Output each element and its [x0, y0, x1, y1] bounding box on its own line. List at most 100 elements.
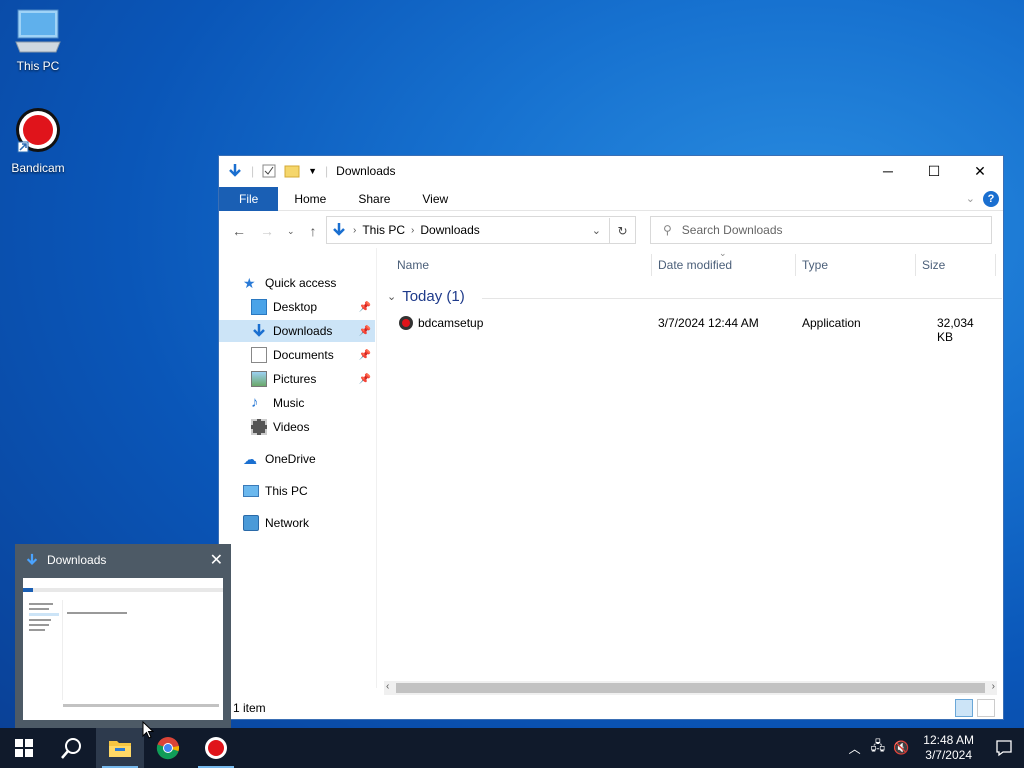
file-list: Name ⌄ Date modified Type Size ⌄ Today (…	[379, 248, 1003, 679]
search-button[interactable]	[48, 728, 96, 768]
horizontal-scrollbar[interactable]: ‹ ›	[384, 681, 997, 695]
breadcrumb-separator: ›	[411, 224, 415, 236]
maximize-button[interactable]: ☐	[911, 156, 957, 186]
address-bar[interactable]: › This PC › Downloads ⌄	[326, 216, 636, 244]
address-dropdown-icon[interactable]: ⌄	[592, 224, 601, 237]
network-icon[interactable]: 🖧	[871, 737, 886, 759]
up-button[interactable]: ↑	[301, 223, 325, 239]
group-header-today[interactable]: ⌄ Today (1)	[387, 288, 1002, 305]
tab-share[interactable]: Share	[342, 187, 406, 211]
breadcrumb-separator: ›	[353, 224, 357, 236]
notifications-button[interactable]	[984, 728, 1024, 768]
new-folder-icon[interactable]	[284, 164, 300, 178]
status-bar: 1 item	[219, 697, 1003, 719]
nav-this-pc[interactable]: This PC	[243, 480, 308, 502]
clock[interactable]: 12:48 AM 3/7/2024	[923, 733, 974, 763]
file-type: Application	[802, 316, 861, 330]
system-tray: ︿ 🖧 🔇 12:48 AM 3/7/2024	[849, 728, 1024, 768]
bandicam-setup-icon	[399, 316, 413, 330]
column-divider[interactable]	[651, 254, 652, 276]
documents-icon	[251, 347, 267, 363]
download-arrow-icon	[26, 553, 38, 566]
column-header-type[interactable]: Type	[802, 258, 828, 272]
download-arrow-icon	[333, 223, 345, 236]
windows-logo-icon	[15, 739, 33, 757]
nav-label: Pictures	[273, 372, 317, 386]
desktop-icon-bandicam[interactable]: Bandicam	[8, 106, 68, 175]
column-divider[interactable]	[795, 254, 796, 276]
large-icons-view-icon[interactable]	[977, 699, 995, 717]
download-arrow-icon	[229, 164, 241, 177]
volume-muted-icon[interactable]: 🔇	[893, 740, 909, 756]
title-bar: | ▼ | Downloads ─ ☐ ✕	[219, 156, 1003, 186]
show-hidden-icons-icon[interactable]: ︿	[849, 740, 861, 757]
back-button[interactable]: ←	[227, 223, 251, 239]
taskbar-bandicam[interactable]	[192, 728, 240, 768]
group-label: Today (1)	[402, 288, 465, 305]
help-icon[interactable]: ?	[983, 190, 999, 207]
taskbar-thumbnail-preview[interactable]: Downloads ✕	[15, 544, 231, 728]
nav-label: Downloads	[273, 324, 333, 338]
chrome-icon	[156, 737, 180, 760]
column-divider[interactable]	[995, 254, 996, 276]
nav-label: This PC	[265, 484, 308, 498]
computer-icon	[243, 485, 259, 497]
desktop-icon-label: This PC	[16, 59, 60, 73]
properties-icon[interactable]	[262, 164, 276, 178]
details-view-icon[interactable]	[955, 699, 973, 717]
nav-pictures[interactable]: Pictures 📌	[219, 368, 375, 390]
scrollbar-thumb[interactable]	[396, 683, 985, 693]
taskbar-file-explorer[interactable]	[96, 728, 144, 768]
download-arrow-icon	[253, 324, 265, 337]
tab-file[interactable]: File	[219, 186, 279, 211]
table-row[interactable]: bdcamsetup 3/7/2024 12:44 AM Application…	[379, 312, 989, 344]
clock-time: 12:48 AM	[923, 733, 974, 747]
pin-icon: 📌	[358, 349, 371, 361]
forward-button[interactable]: →	[255, 223, 279, 239]
nav-documents[interactable]: Documents 📌	[219, 344, 375, 366]
breadcrumb-downloads[interactable]: Downloads	[420, 223, 479, 237]
nav-downloads[interactable]: Downloads 📌	[219, 320, 375, 342]
nav-label: Desktop	[273, 300, 318, 314]
nav-desktop[interactable]: Desktop 📌	[219, 296, 375, 318]
breadcrumb-this-pc[interactable]: This PC	[362, 223, 405, 237]
window-controls: ─ ☐ ✕	[865, 156, 1003, 186]
search-icon: ⚲	[663, 223, 672, 237]
start-button[interactable]	[0, 728, 48, 768]
pin-icon: 📌	[358, 325, 371, 337]
search-input[interactable]: ⚲ Search Downloads	[650, 216, 992, 244]
thumbnail-header: Downloads	[15, 544, 231, 576]
nav-label: Videos	[273, 420, 310, 434]
column-divider[interactable]	[915, 254, 916, 276]
column-header-name[interactable]: Name	[397, 258, 429, 272]
close-button[interactable]: ✕	[957, 156, 1003, 186]
nav-videos[interactable]: Videos	[219, 416, 375, 438]
nav-label: Quick access	[265, 276, 337, 290]
scroll-left-icon[interactable]: ‹	[386, 681, 389, 692]
refresh-button[interactable]: ↻	[609, 218, 635, 244]
ribbon-expand-icon[interactable]: ⌄	[966, 192, 975, 205]
explorer-window: | ▼ | Downloads ─ ☐ ✕ File Home Share Vi…	[218, 155, 1004, 720]
nav-quick-access[interactable]: ★ Quick access	[243, 272, 336, 294]
scroll-right-icon[interactable]: ›	[992, 681, 995, 692]
tab-view[interactable]: View	[406, 187, 464, 211]
network-icon	[243, 515, 259, 531]
tab-home[interactable]: Home	[278, 187, 342, 211]
thumbnail-close-button[interactable]: ✕	[210, 550, 223, 570]
minimize-button[interactable]: ─	[865, 156, 911, 186]
cloud-icon: ☁	[243, 451, 257, 467]
recent-locations-icon[interactable]: ⌄	[287, 226, 295, 237]
view-switcher	[955, 699, 995, 717]
desktop-icon-this-pc[interactable]: This PC	[8, 8, 68, 73]
nav-network[interactable]: Network	[243, 512, 309, 534]
column-header-date-modified[interactable]: Date modified	[658, 258, 732, 272]
nav-onedrive[interactable]: ☁ OneDrive	[243, 448, 316, 470]
chevron-down-icon[interactable]: ▼	[308, 166, 317, 176]
window-title: Downloads	[336, 164, 396, 178]
bandicam-icon	[16, 108, 60, 153]
nav-music[interactable]: ♪ Music	[219, 392, 375, 414]
column-header-size[interactable]: Size	[922, 258, 945, 272]
folder-icon	[109, 741, 131, 757]
file-size: 32,034 KB	[937, 316, 974, 344]
pin-icon: 📌	[358, 301, 371, 313]
